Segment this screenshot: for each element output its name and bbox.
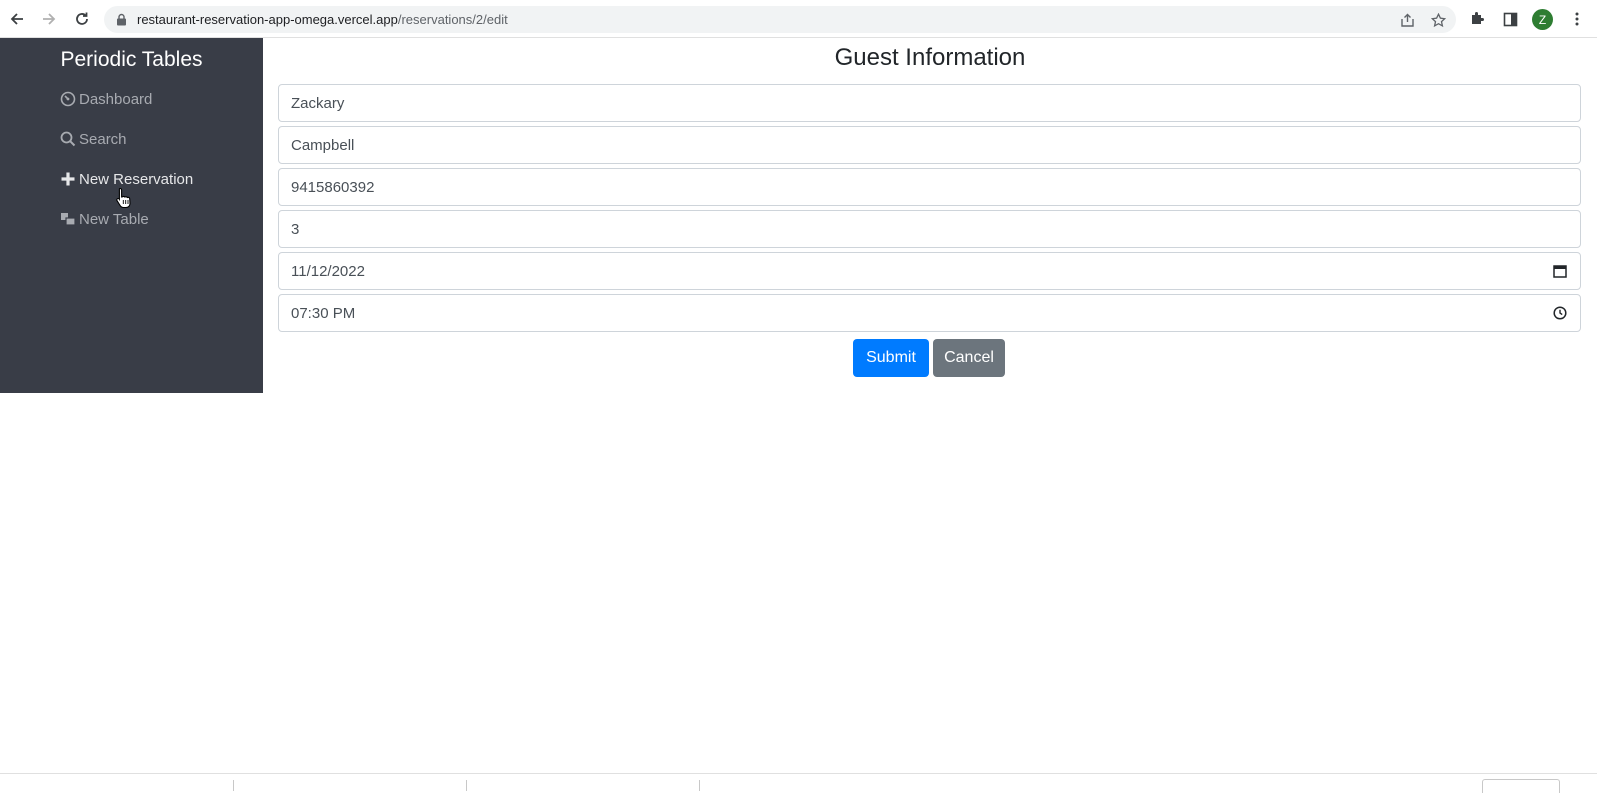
- sidebar-item-search[interactable]: Search: [59, 128, 127, 150]
- bottom-tab[interactable]: [1482, 779, 1560, 793]
- side-panel-button[interactable]: [1500, 9, 1520, 29]
- divider: [699, 780, 700, 791]
- reload-icon: [76, 12, 88, 25]
- last-name-field[interactable]: Campbell: [278, 126, 1581, 164]
- extensions-button[interactable]: [1467, 9, 1487, 29]
- dashboard-icon: [59, 90, 77, 108]
- first-name-value: Zackary: [291, 94, 345, 112]
- reload-button[interactable]: [71, 8, 93, 30]
- mobile-number-field[interactable]: 9415860392: [278, 168, 1581, 206]
- puzzle-icon: [1472, 12, 1484, 24]
- table-icon: [59, 210, 77, 228]
- star-icon: [1430, 12, 1446, 27]
- url-host: restaurant-reservation-app-omega.vercel.…: [137, 12, 398, 27]
- arrow-left-icon: [10, 13, 23, 25]
- url-text: restaurant-reservation-app-omega.vercel.…: [137, 12, 508, 27]
- sidebar: Periodic Tables Dashboard Search New Res…: [0, 38, 263, 393]
- share-icon: [1400, 13, 1414, 27]
- hand-cursor-icon: [116, 187, 131, 209]
- url-path: /reservations/2/edit: [397, 12, 508, 27]
- reservation-date-value: 11/12/2022: [291, 262, 365, 280]
- search-icon: [59, 130, 77, 148]
- forward-button[interactable]: [38, 8, 60, 30]
- browser-toolbar: restaurant-reservation-app-omega.vercel.…: [0, 0, 1597, 38]
- share-button[interactable]: [1398, 11, 1416, 29]
- lock-icon: [117, 13, 126, 26]
- sidebar-item-new-table[interactable]: New Table: [59, 208, 149, 230]
- brand-title[interactable]: Periodic Tables: [0, 48, 263, 72]
- arrow-right-icon: [43, 13, 56, 25]
- sidebar-item-label: New Table: [79, 210, 149, 228]
- address-bar[interactable]: restaurant-reservation-app-omega.vercel.…: [104, 6, 1456, 33]
- reservation-time-field[interactable]: 07:30 PM: [278, 294, 1581, 332]
- profile-avatar[interactable]: Z: [1532, 9, 1553, 30]
- side-panel-icon: [1503, 12, 1517, 26]
- sidebar-item-label: Search: [79, 130, 127, 148]
- reservation-date-field[interactable]: 11/12/2022: [278, 252, 1581, 290]
- cancel-button[interactable]: Cancel: [933, 339, 1005, 377]
- mobile-number-value: 9415860392: [291, 178, 375, 196]
- bottom-bar: [0, 773, 1597, 793]
- page-title: Guest Information: [834, 44, 1026, 71]
- reservation-time-value: 07:30 PM: [291, 304, 356, 322]
- divider: [466, 780, 467, 791]
- last-name-value: Campbell: [291, 136, 355, 154]
- bookmark-button[interactable]: [1429, 11, 1447, 29]
- browser-menu-button[interactable]: [1567, 9, 1587, 29]
- sidebar-item-dashboard[interactable]: Dashboard: [59, 88, 152, 110]
- plus-icon: [59, 170, 77, 188]
- people-field[interactable]: 3: [278, 210, 1581, 248]
- people-value: 3: [291, 220, 300, 238]
- sidebar-item-label: New Reservation: [79, 170, 194, 188]
- kebab-menu-icon: [1575, 12, 1579, 26]
- first-name-field[interactable]: Zackary: [278, 84, 1581, 122]
- clock-icon[interactable]: [1552, 305, 1568, 321]
- back-button[interactable]: [6, 8, 28, 30]
- submit-button[interactable]: Submit: [853, 339, 929, 377]
- sidebar-item-label: Dashboard: [79, 90, 153, 108]
- divider: [233, 780, 234, 791]
- calendar-icon[interactable]: [1552, 263, 1568, 279]
